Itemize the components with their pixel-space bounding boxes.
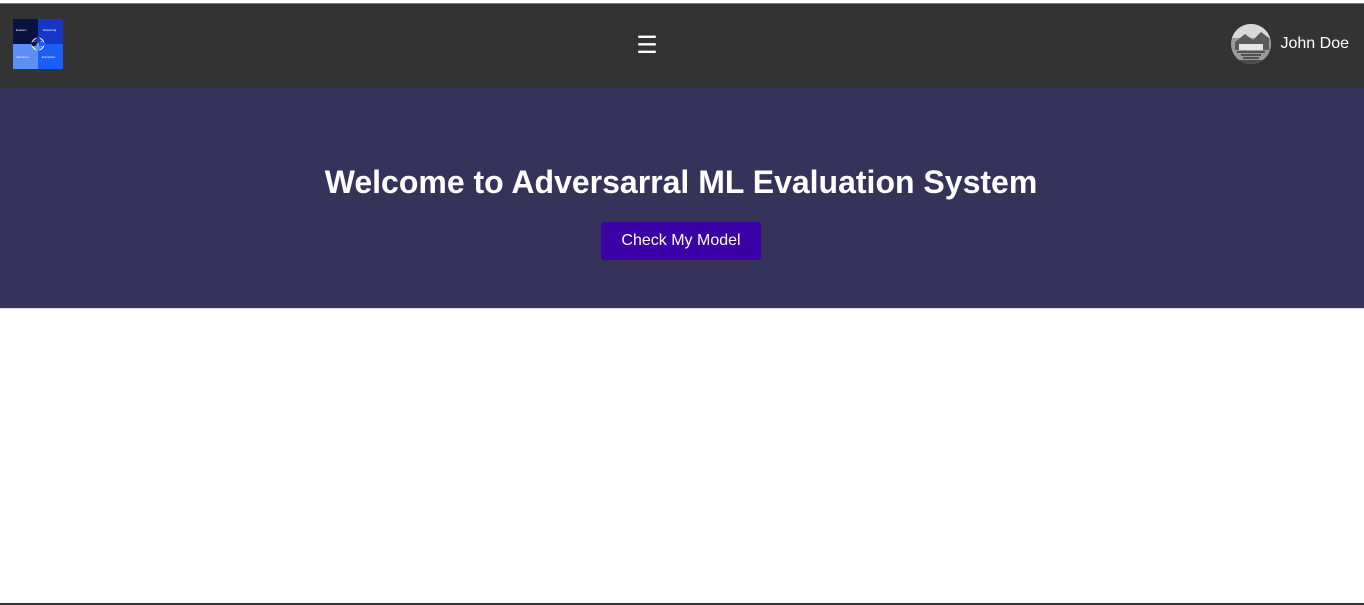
hamburger-icon[interactable]: ☰: [635, 34, 659, 58]
avatar-image: [1230, 24, 1271, 64]
app-logo[interactable]: Evasion Poisoning Inference Extraction: [13, 19, 63, 69]
user-profile[interactable]: John Doe: [1230, 24, 1350, 64]
app-frame: Evasion Poisoning Inference Extraction ☰: [0, 0, 1364, 605]
hero-banner: Welcome to Adversarral ML Evaluation Sys…: [0, 88, 1364, 309]
page-title: Welcome to Adversarral ML Evaluation Sys…: [324, 164, 1038, 200]
brain-icon: [31, 37, 45, 51]
check-my-model-button[interactable]: Check My Model: [601, 222, 761, 260]
avatar[interactable]: [1230, 24, 1271, 64]
user-name[interactable]: John Doe: [1281, 35, 1350, 53]
navbar: Evasion Poisoning Inference Extraction ☰: [0, 4, 1364, 88]
main-content: [0, 310, 1364, 603]
